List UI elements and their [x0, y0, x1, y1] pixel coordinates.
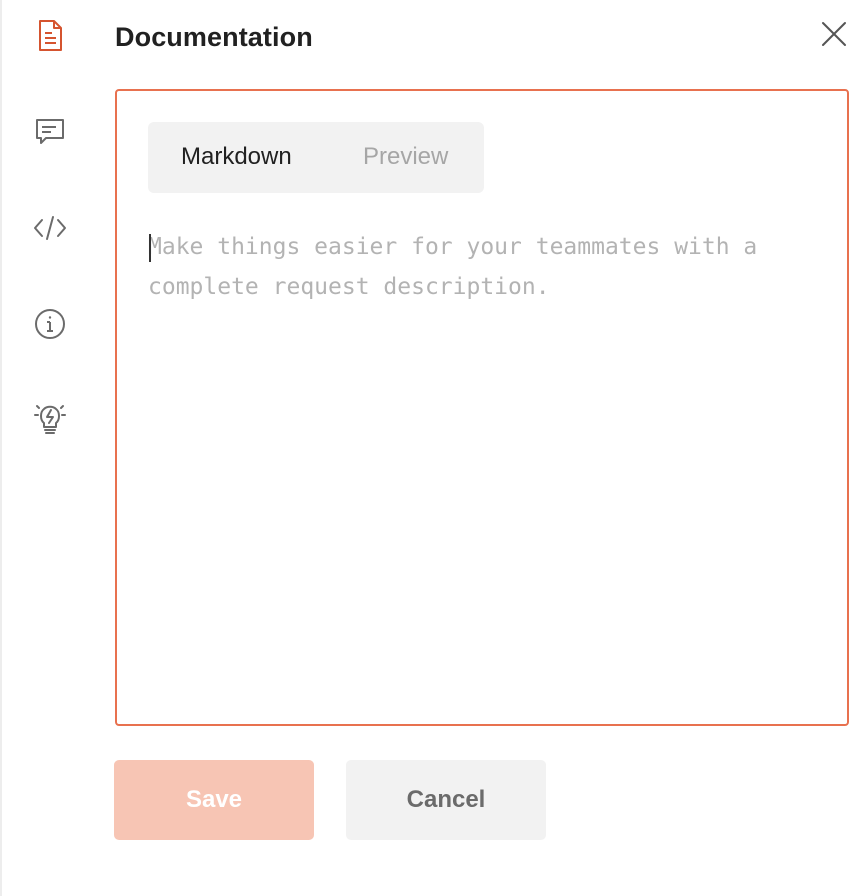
tab-preview[interactable]: Preview: [363, 142, 448, 172]
documentation-panel: Documentation Markdown Preview Save Canc…: [0, 0, 868, 896]
sidebar-item-code[interactable]: [34, 212, 66, 244]
page-title: Documentation: [115, 22, 313, 52]
side-rail: [0, 0, 100, 896]
save-button[interactable]: Save: [114, 760, 314, 840]
lightbulb-icon: [33, 401, 67, 435]
text-caret: [149, 234, 151, 262]
cancel-button[interactable]: Cancel: [346, 760, 546, 840]
code-icon: [33, 215, 67, 241]
sidebar-item-insights[interactable]: [34, 402, 66, 434]
description-textarea[interactable]: [148, 227, 818, 697]
tab-markdown[interactable]: Markdown: [181, 142, 292, 172]
close-icon: [821, 21, 847, 52]
markdown-editor: Markdown Preview: [115, 89, 849, 726]
sidebar-item-documentation[interactable]: [34, 20, 66, 52]
info-icon: [34, 308, 66, 340]
comment-icon: [35, 117, 65, 147]
document-icon: [36, 19, 64, 53]
sidebar-item-comments[interactable]: [34, 116, 66, 148]
editor-mode-switch: Markdown Preview: [148, 122, 484, 193]
sidebar-item-info[interactable]: [34, 308, 66, 340]
close-button[interactable]: [818, 20, 850, 52]
